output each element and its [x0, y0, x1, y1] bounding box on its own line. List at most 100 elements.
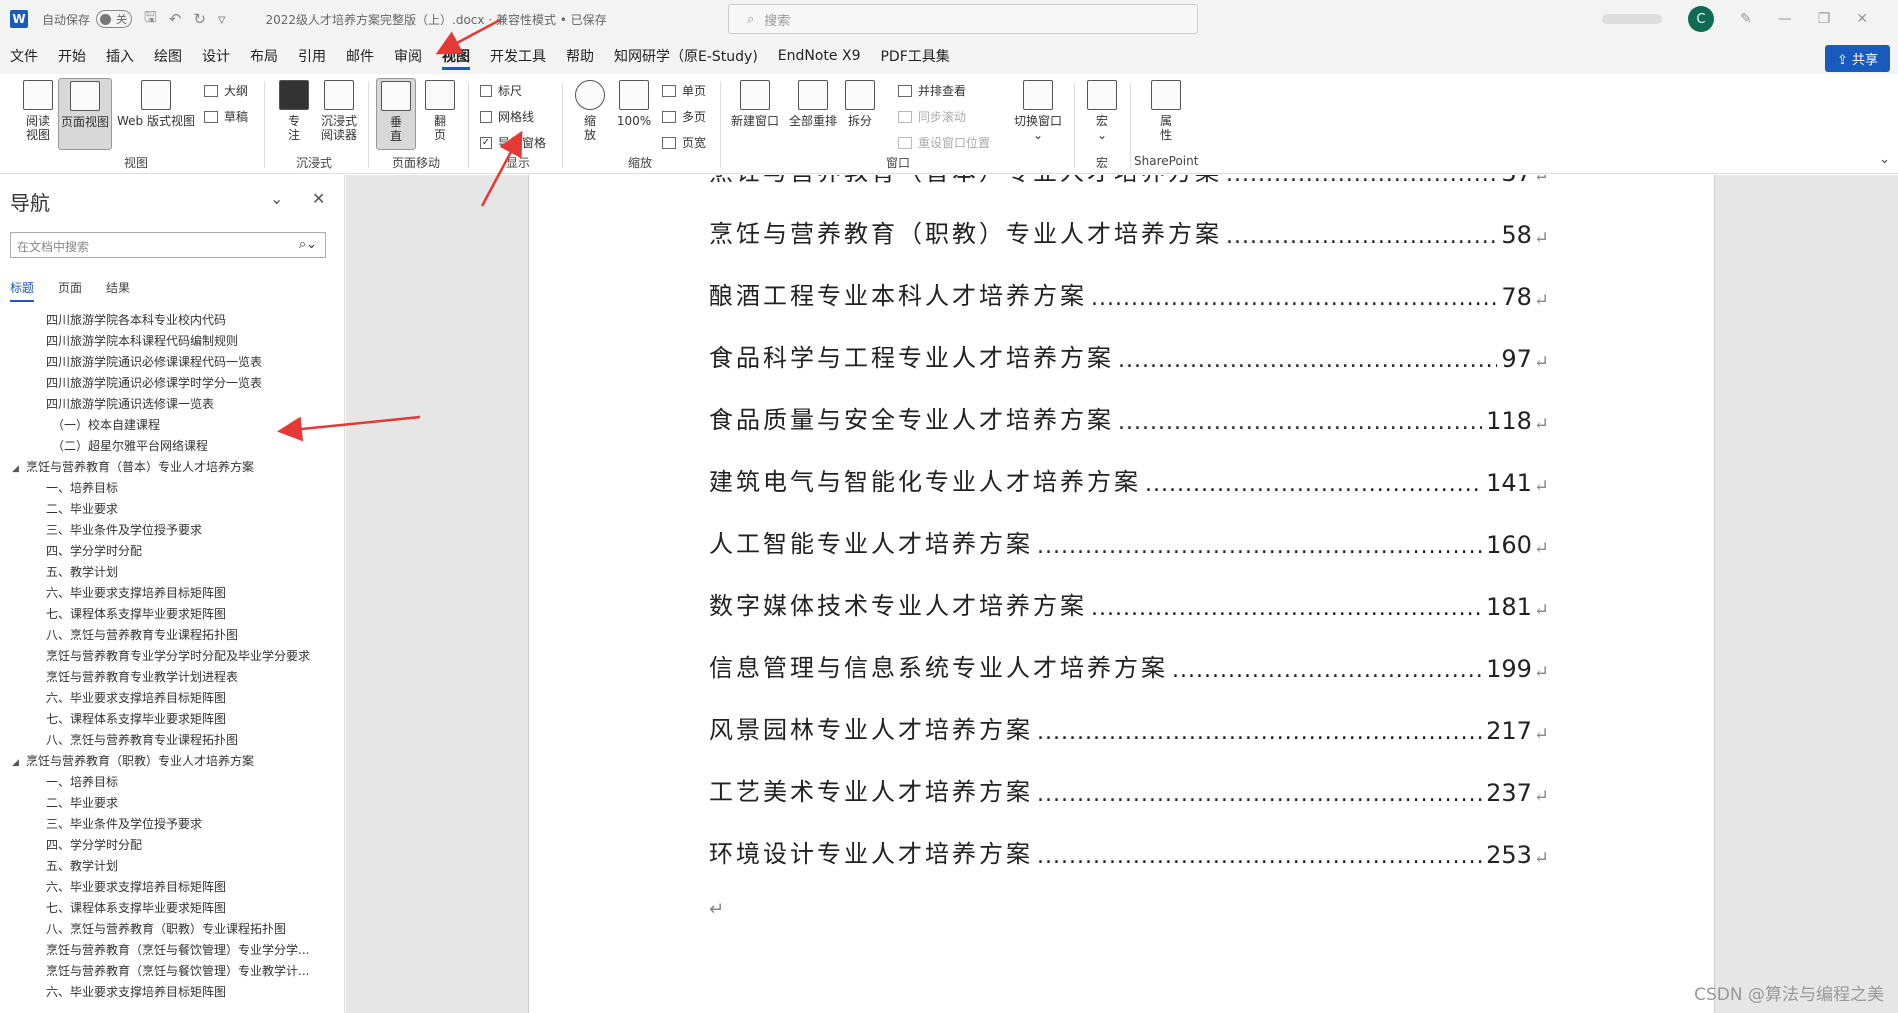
expand-triangle-icon[interactable]: ◢ — [12, 753, 26, 772]
nav-heading-item[interactable]: 一、培养目标 — [0, 478, 344, 499]
nav-heading-item[interactable]: 七、课程体系支撑毕业要求矩阵图 — [0, 898, 344, 919]
gridlines-check-box[interactable] — [480, 110, 492, 123]
menu-tab[interactable]: 插入 — [96, 38, 144, 74]
nav-heading-item[interactable]: （二）超星尔雅平台网络课程 — [0, 436, 344, 457]
nav-heading-item[interactable]: 八、烹饪与营养教育专业课程拓扑图 — [0, 625, 344, 646]
side-to-side-button[interactable]: 翻 页 — [420, 80, 460, 142]
menu-tab[interactable]: 开始 — [48, 38, 96, 74]
nav-heading-item[interactable]: 烹饪与营养教育专业教学计划进程表 — [0, 667, 344, 688]
undo-icon[interactable]: ↶ — [169, 10, 182, 28]
menu-tab[interactable]: 知网研学（原E-Study) — [604, 38, 768, 74]
nav-heading-item[interactable]: 五、教学计划 — [0, 562, 344, 583]
close-icon[interactable]: ✕ — [1856, 11, 1868, 27]
nav-search-input[interactable]: 在文档中搜索 ⌕⌄ — [10, 232, 326, 258]
menu-tab[interactable]: EndNote X9 — [768, 38, 871, 74]
nav-pane-check-box[interactable]: ✓ — [480, 136, 492, 149]
document-page[interactable]: ↵ 烹饪与营养教育（普本）专业人才培养方案...................… — [528, 175, 1715, 1013]
nav-heading-item[interactable]: 六、毕业要求支撑培养目标矩阵图 — [0, 982, 344, 1003]
outline-button[interactable]: 大纲 — [204, 82, 248, 99]
nav-heading-item[interactable]: 一、培养目标 — [0, 772, 344, 793]
properties-button[interactable]: 属 性 — [1148, 80, 1184, 142]
menu-tab[interactable]: 审阅 — [384, 38, 432, 74]
reset-window-position-button[interactable]: 重设窗口位置 — [898, 134, 990, 151]
nav-heading-item[interactable]: 烹饪与营养教育（烹饪与餐饮管理）专业教学计... — [0, 961, 344, 982]
menu-tab[interactable]: 文件 — [0, 38, 48, 74]
toc-entry[interactable]: 信息管理与信息系统专业人才培养方案.......................… — [709, 649, 1549, 683]
sync-scroll-button[interactable]: 同步滚动 — [898, 108, 966, 125]
switch-window-button[interactable]: 切换窗口 ⌄ — [1010, 80, 1066, 142]
ruler-check-box[interactable] — [480, 84, 492, 97]
macros-button[interactable]: 宏 ⌄ — [1084, 80, 1120, 142]
vertical-scroll-button[interactable]: 垂 直 — [376, 78, 416, 150]
nav-heading-item[interactable]: 六、毕业要求支撑培养目标矩阵图 — [0, 877, 344, 898]
nav-heading-item[interactable]: 六、毕业要求支撑培养目标矩阵图 — [0, 688, 344, 709]
nav-tab[interactable]: 结果 — [106, 279, 130, 302]
page-width-button[interactable]: 页宽 — [662, 134, 706, 151]
menu-tab[interactable]: 开发工具 — [480, 38, 556, 74]
restore-icon[interactable]: ❐ — [1818, 11, 1831, 27]
focus-button[interactable]: 专 注 — [276, 80, 312, 142]
nav-heading-item[interactable]: 三、毕业条件及学位授予要求 — [0, 520, 344, 541]
autosave-control[interactable]: 自动保存 关 — [42, 10, 133, 28]
nav-close-icon[interactable]: ✕ — [312, 189, 325, 208]
nav-heading-item[interactable]: 四川旅游学院通识必修课学时学分一览表 — [0, 373, 344, 394]
nav-heading-item[interactable]: 八、烹饪与营养教育专业课程拓扑图 — [0, 730, 344, 751]
toc-entry[interactable]: 食品科学与工程专业人才培养方案.........................… — [709, 339, 1549, 373]
toc-entry[interactable]: 酿酒工程专业本科人才培养方案..........................… — [709, 277, 1549, 311]
toc-entry[interactable]: 烹饪与营养教育（职教）专业人才培养方案.....................… — [709, 215, 1549, 249]
menu-tab[interactable]: 引用 — [288, 38, 336, 74]
nav-heading-item[interactable]: 烹饪与营养教育（烹饪与餐饮管理）专业学分学... — [0, 940, 344, 961]
toc-entry[interactable]: 食品质量与安全专业人才培养方案.........................… — [709, 401, 1549, 435]
expand-triangle-icon[interactable]: ◢ — [12, 459, 26, 478]
nav-heading-item[interactable]: ◢ 烹饪与营养教育（职教）专业人才培养方案 — [0, 751, 344, 772]
nav-pane-checkbox[interactable]: ✓ 导航窗格 — [480, 134, 546, 151]
toc-entry[interactable]: 烹饪与营养教育（普本）专业人才培养方案.....................… — [709, 175, 1549, 187]
multiple-pages-button[interactable]: 多页 — [662, 108, 706, 125]
nav-heading-item[interactable]: 三、毕业条件及学位授予要求 — [0, 814, 344, 835]
new-window-button[interactable]: 新建窗口 — [728, 80, 782, 128]
nav-heading-item[interactable]: （一）校本自建课程 — [0, 415, 344, 436]
nav-options-chevron-icon[interactable]: ⌄ — [270, 189, 283, 208]
document-title[interactable]: 2022级人才培养方案完整版（上）.docx · 兼容性模式 • 已保存 — [265, 11, 606, 28]
gridlines-checkbox[interactable]: 网格线 — [480, 108, 534, 125]
collapse-ribbon-icon[interactable]: ⌄ — [1879, 152, 1890, 167]
draft-button[interactable]: 草稿 — [204, 108, 248, 125]
menu-tab[interactable]: 绘图 — [144, 38, 192, 74]
nav-heading-item[interactable]: 八、烹饪与营养教育（职教）专业课程拓扑图 — [0, 919, 344, 940]
nav-heading-item[interactable]: 二、毕业要求 — [0, 499, 344, 520]
menu-tab[interactable]: 帮助 — [556, 38, 604, 74]
menu-tab[interactable]: 布局 — [240, 38, 288, 74]
nav-heading-item[interactable]: 四川旅游学院各本科专业校内代码 — [0, 310, 344, 331]
menu-tab[interactable]: 视图 — [432, 38, 480, 74]
toc-entry[interactable]: 人工智能专业人才培养方案............................… — [709, 525, 1549, 559]
nav-heading-item[interactable]: 六、毕业要求支撑培养目标矩阵图 — [0, 583, 344, 604]
nav-heading-item[interactable]: 七、课程体系支撑毕业要求矩阵图 — [0, 604, 344, 625]
nav-heading-item[interactable]: 四、学分学时分配 — [0, 541, 344, 562]
nav-heading-item[interactable]: 五、教学计划 — [0, 856, 344, 877]
pen-icon[interactable]: ✎ — [1740, 11, 1752, 27]
nav-heading-item[interactable]: ◢ 烹饪与营养教育（普本）专业人才培养方案 — [0, 457, 344, 478]
zoom-100-button[interactable]: 100% — [614, 80, 654, 128]
nav-heading-item[interactable]: 四、学分学时分配 — [0, 835, 344, 856]
web-view-button[interactable]: Web 版式视图 — [114, 80, 198, 128]
redo-icon[interactable]: ↻ — [193, 10, 206, 28]
split-button[interactable]: 拆分 — [842, 80, 878, 128]
page-view-button[interactable]: 页面视图 — [58, 78, 112, 150]
side-by-side-button[interactable]: 并排查看 — [898, 82, 966, 99]
zoom-button[interactable]: 缩 放 — [570, 80, 610, 142]
read-view-button[interactable]: 阅读 视图 — [18, 80, 58, 142]
immersive-reader-button[interactable]: 沉浸式 阅读器 — [316, 80, 362, 142]
customize-icon[interactable]: ▿ — [218, 10, 226, 28]
nav-tab[interactable]: 页面 — [58, 279, 82, 302]
toc-entry[interactable]: 工艺美术专业人才培养方案............................… — [709, 773, 1549, 807]
document-area[interactable]: ↵ 烹饪与营养教育（普本）专业人才培养方案...................… — [346, 175, 1898, 1013]
nav-heading-item[interactable]: 四川旅游学院通识必修课课程代码一览表 — [0, 352, 344, 373]
toc-entry[interactable]: 环境设计专业人才培养方案............................… — [709, 835, 1549, 869]
nav-heading-item[interactable]: 二、毕业要求 — [0, 793, 344, 814]
arrange-all-button[interactable]: 全部重排 — [786, 80, 840, 128]
nav-tab[interactable]: 标题 — [10, 279, 35, 302]
autosave-toggle[interactable]: 关 — [96, 10, 133, 28]
avatar[interactable]: C — [1687, 6, 1714, 32]
nav-heading-item[interactable]: 七、课程体系支撑毕业要求矩阵图 — [0, 709, 344, 730]
menu-tab[interactable]: 邮件 — [336, 38, 384, 74]
